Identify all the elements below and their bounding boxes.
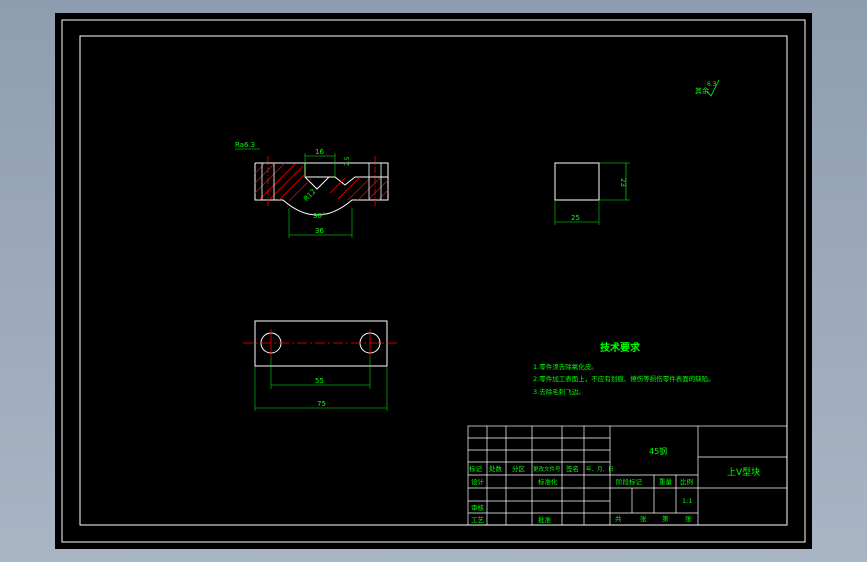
v-groove xyxy=(304,176,330,190)
tb-scale-value: 1:1 xyxy=(682,497,692,505)
tb-sheet-index: 第 xyxy=(662,514,669,523)
tb-standardization: 标准化 xyxy=(538,477,558,486)
tb-sheet-total: 共 xyxy=(615,514,622,523)
tech-req-item-2: 2.零件加工表面上，不应有划痕、擦伤等损伤零件表面的缺陷。 xyxy=(533,374,715,383)
tb-approve: 批准 xyxy=(538,515,552,524)
dim-36: 36 xyxy=(315,227,324,235)
tb-sheet-unit-1: 张 xyxy=(640,514,647,523)
side-view[interactable]: 23 25 xyxy=(554,162,630,225)
dim-radius: R12 xyxy=(302,188,317,203)
material-label: 45钢 xyxy=(649,446,667,456)
tech-req-item-3: 3.去除毛刺飞边。 xyxy=(533,387,585,396)
tb-design: 设计 xyxy=(471,477,485,486)
drawing-sheet[interactable]: 其余 6.3 Ra6.3 16 2.5 R12 90° 36 23 25 55 … xyxy=(55,13,812,549)
surface-label: Ra6.3 xyxy=(235,141,255,149)
tb-label-change-doc: 更改文件号 xyxy=(533,465,561,473)
cad-canvas[interactable]: 其余 6.3 Ra6.3 16 2.5 R12 90° 36 23 25 55 … xyxy=(55,13,812,549)
top-view[interactable]: Ra6.3 16 2.5 R12 90° 36 xyxy=(235,141,389,238)
vblock-outline xyxy=(254,163,389,216)
outer-border xyxy=(61,19,806,543)
part-name: 上V型块 xyxy=(727,466,760,478)
inner-border xyxy=(79,35,788,526)
roughness-note: 其余 6.3 xyxy=(695,79,720,97)
app-background: 其余 6.3 Ra6.3 16 2.5 R12 90° 36 23 25 55 … xyxy=(0,0,867,562)
title-block-text: 45钢 上V型块 标记 处数 分区 更改文件号 签名 年、月、日 设计 标准化 … xyxy=(469,446,760,524)
bottom-view[interactable]: 55 75 xyxy=(243,320,400,411)
dim-55: 55 xyxy=(315,377,324,385)
dim-2-5: 2.5 xyxy=(344,156,351,166)
tb-scale: 比例 xyxy=(680,477,693,486)
dim-16: 16 xyxy=(315,148,324,156)
tb-stage-mark: 阶段标记 xyxy=(616,477,643,486)
tb-label-zone: 分区 xyxy=(512,464,526,473)
dim-angle: 90° xyxy=(313,212,325,220)
tech-req-title: 技术要求 xyxy=(600,341,641,354)
dim-25: 25 xyxy=(571,214,580,222)
tb-weight: 重量 xyxy=(659,478,673,486)
tech-req-item-1: 1.零件须去除氧化皮。 xyxy=(533,362,598,371)
hatch-left xyxy=(254,162,312,202)
tb-review: 审核 xyxy=(471,503,485,512)
technical-requirements: 技术要求 1.零件须去除氧化皮。 2.零件加工表面上，不应有划痕、擦伤等损伤零件… xyxy=(533,341,715,396)
tb-label-mark: 标记 xyxy=(469,464,483,473)
tb-label-sign: 签名 xyxy=(566,464,579,473)
tb-label-count: 处数 xyxy=(489,464,503,473)
tb-process: 工艺 xyxy=(471,516,485,524)
tb-label-date: 年、月、日 xyxy=(586,465,614,473)
dim-23: 23 xyxy=(619,178,627,187)
dim-75: 75 xyxy=(317,400,326,408)
tb-sheet-unit-2: 张 xyxy=(685,514,692,523)
